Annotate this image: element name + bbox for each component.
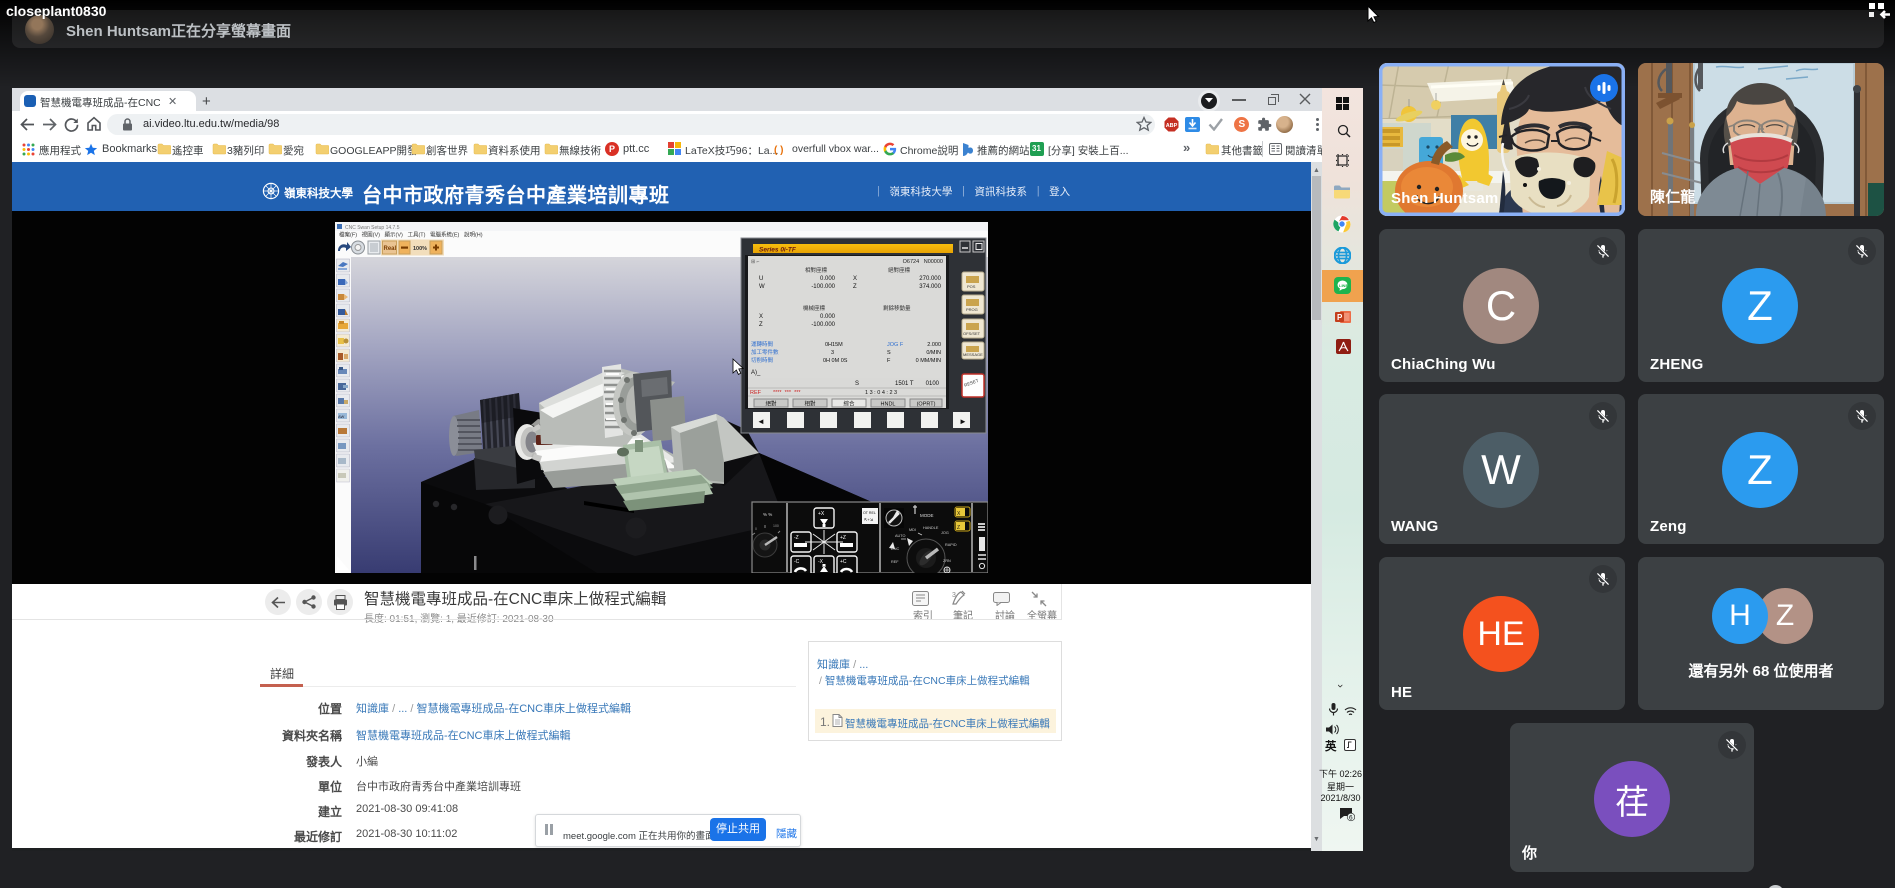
- svg-text:+C: +C: [840, 559, 847, 565]
- svg-text:JOG F: JOG F: [887, 342, 904, 348]
- svg-text:% %: % %: [763, 512, 772, 517]
- svg-text:O6724 N00000: O6724 N00000: [903, 259, 943, 265]
- svg-text:REF: REF: [750, 390, 762, 396]
- svg-text:0H 0M 0S: 0H 0M 0S: [823, 358, 848, 364]
- svg-text:100%: 100%: [413, 246, 427, 252]
- svg-text:U: U: [759, 276, 763, 282]
- svg-text:RAPID: RAPID: [945, 543, 957, 547]
- svg-text:0100: 0100: [926, 381, 940, 387]
- svg-text:ABP: ABP: [1166, 123, 1178, 129]
- svg-text:W: W: [759, 284, 765, 290]
- svg-text:ZRN: ZRN: [943, 559, 951, 563]
- svg-text:AUTO: AUTO: [895, 534, 906, 538]
- svg-text:相對: 相對: [804, 400, 816, 408]
- svg-text:Z: Z: [853, 284, 857, 290]
- svg-text:REF: REF: [891, 560, 899, 564]
- svg-text:X: X: [853, 276, 857, 282]
- svg-text:Z: Z: [759, 322, 763, 328]
- svg-text:3: 3: [952, 592, 956, 599]
- svg-text:-100.000: -100.000: [811, 284, 835, 290]
- svg-text:►: ►: [959, 417, 967, 426]
- svg-text:0/MIN: 0/MIN: [926, 350, 941, 356]
- svg-text:0 MM/MIN: 0 MM/MIN: [916, 358, 941, 364]
- svg-text:2.000: 2.000: [927, 342, 941, 348]
- svg-text:6: 6: [1349, 815, 1353, 822]
- svg-text:Z: Z: [957, 525, 960, 531]
- svg-text:Real: Real: [384, 246, 397, 252]
- svg-text:S: S: [855, 381, 859, 387]
- svg-text:OT REL: OT REL: [863, 511, 876, 515]
- svg-text:LINE: LINE: [1339, 283, 1348, 288]
- svg-text:Series 0i-TF: Series 0i-TF: [759, 247, 797, 254]
- svg-text:( ): ( ): [774, 145, 783, 155]
- svg-text:機械座標: 機械座標: [803, 304, 826, 312]
- svg-text:3: 3: [831, 350, 834, 356]
- svg-text:加工零件數: 加工零件數: [751, 348, 779, 356]
- svg-text:◄: ◄: [757, 417, 765, 426]
- svg-text:270.000: 270.000: [919, 276, 941, 282]
- svg-text:檔案(F) 視圖(V) 顯示(V) 工具(T): 檔案(F) 視圖(V) 顯示(V) 工具(T) 電腦系統(E) 說明(H): [339, 231, 483, 239]
- svg-text:0.000: 0.000: [820, 276, 836, 282]
- svg-text:切削時間: 切削時間: [751, 356, 774, 364]
- svg-text:⊞ ⌐: ⊞ ⌐: [751, 259, 760, 265]
- svg-text:剩餘移動量: 剩餘移動量: [883, 304, 911, 312]
- svg-text:0H15M: 0H15M: [825, 342, 843, 348]
- svg-text:0.000: 0.000: [820, 314, 836, 320]
- svg-text:運轉時間: 運轉時間: [751, 340, 774, 348]
- svg-text:1 3 : 0 4 : 2 3: 1 3 : 0 4 : 2 3: [865, 390, 897, 396]
- svg-text:**** *** ***: **** *** ***: [773, 390, 801, 396]
- svg-text:HANDLE: HANDLE: [923, 526, 939, 530]
- svg-text:OFS/SET: OFS/SET: [963, 331, 981, 336]
- svg-text:1501 T: 1501 T: [895, 381, 914, 387]
- svg-text:+Z: +Z: [840, 535, 846, 541]
- svg-text:X: X: [759, 314, 763, 320]
- svg-text:(OPRT): (OPRT): [917, 402, 936, 408]
- svg-text:-Z: -Z: [794, 535, 799, 541]
- svg-text:P: P: [1337, 313, 1343, 322]
- svg-text:S: S: [887, 350, 891, 356]
- svg-text:相對座標: 相對座標: [805, 266, 828, 274]
- svg-text:+X: +X: [818, 511, 825, 517]
- svg-text:綜合: 綜合: [843, 400, 855, 408]
- svg-text:絕對: 絕對: [765, 400, 777, 408]
- svg-text:AW: AW: [338, 414, 345, 419]
- svg-text:-100.000: -100.000: [811, 322, 835, 328]
- svg-text:374.000: 374.000: [919, 284, 941, 290]
- svg-text:A)_: A)_: [751, 370, 761, 376]
- svg-text:JOG: JOG: [941, 531, 949, 535]
- svg-text:CNC Swan Setup 14.7.5: CNC Swan Setup 14.7.5: [345, 225, 400, 231]
- svg-text:MESSAGE: MESSAGE: [963, 352, 983, 357]
- svg-text:MDI: MDI: [909, 528, 916, 532]
- svg-text:POS: POS: [967, 284, 976, 289]
- svg-text:100: 100: [773, 524, 779, 528]
- svg-text:MODE: MODE: [920, 513, 934, 518]
- svg-text:-C: -C: [794, 559, 800, 565]
- svg-text:0: 0: [755, 527, 757, 531]
- svg-text:⇱+⇲: ⇱+⇲: [864, 517, 874, 522]
- svg-text:PROG: PROG: [966, 307, 978, 312]
- svg-text:HNDL: HNDL: [881, 402, 896, 408]
- svg-text:絕對座標: 絕對座標: [888, 266, 911, 274]
